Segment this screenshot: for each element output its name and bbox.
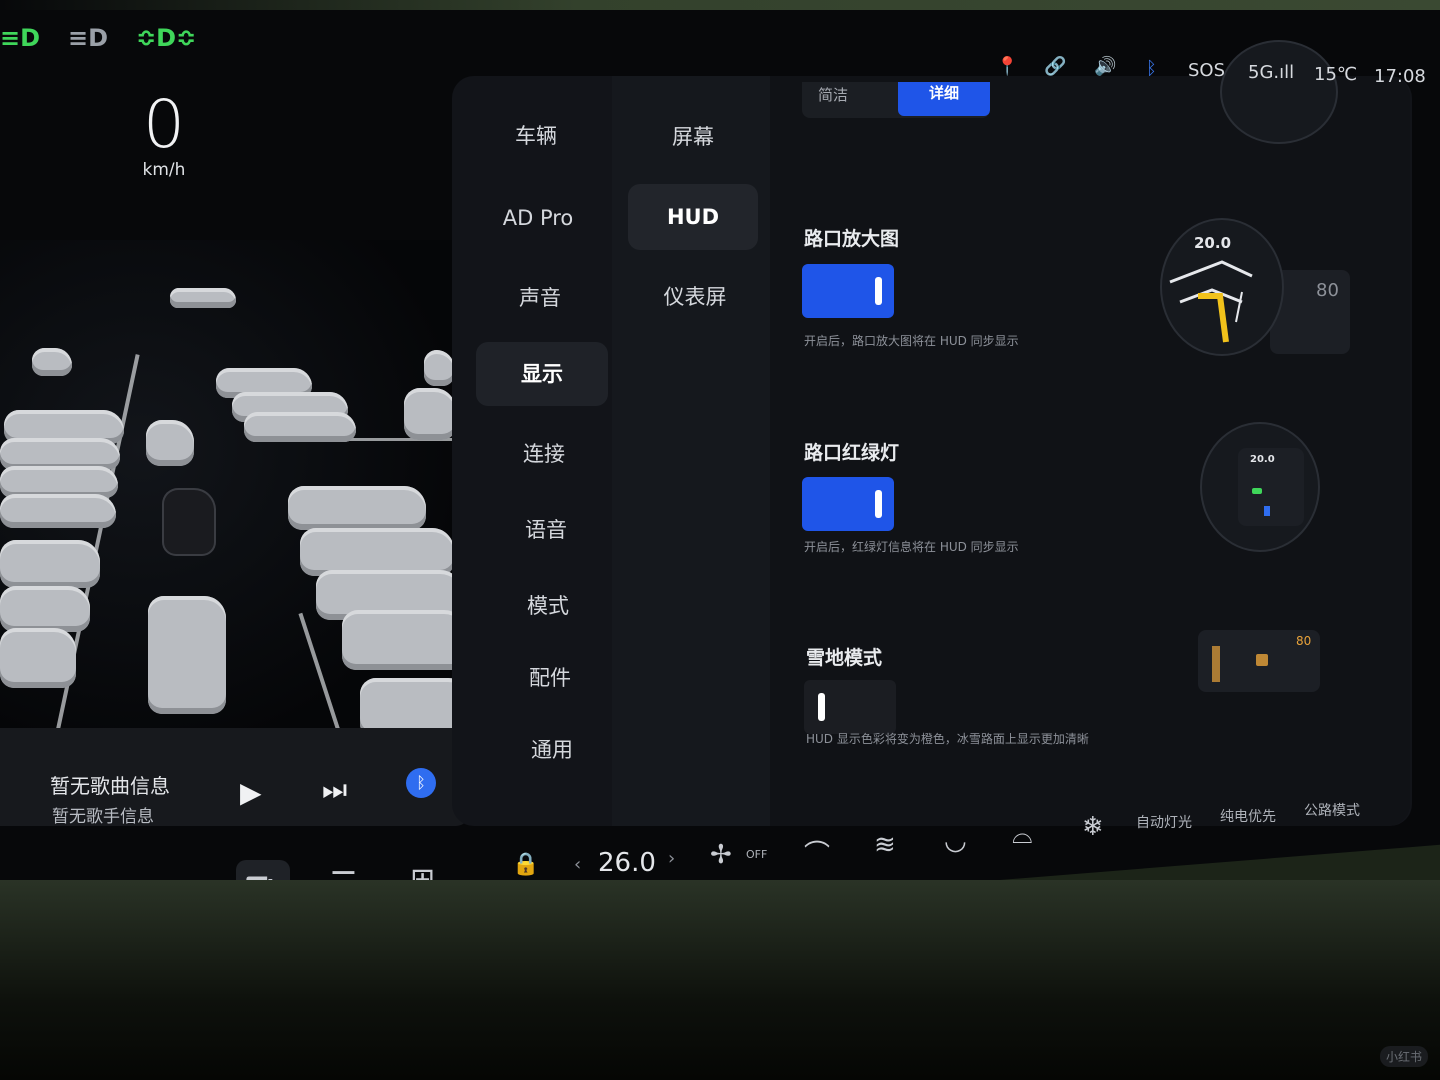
preview-inner-card: 20.0 — [1238, 448, 1304, 526]
hud-preview-traffic-light: 20.0 — [1200, 422, 1320, 552]
hud-style-segment[interactable]: 简洁 详细 — [802, 82, 990, 118]
temp-increase-button[interactable]: › — [668, 848, 675, 869]
segment-simple[interactable]: 简洁 — [818, 84, 848, 105]
preview-speed: 80 — [1316, 280, 1339, 301]
preview-distance-small: 20.0 — [1250, 454, 1275, 465]
nav-voice[interactable]: 语音 — [480, 498, 612, 562]
highway-mode-button[interactable]: 公路模式 — [1304, 800, 1360, 820]
snowflake-icon[interactable]: ❄ — [1082, 812, 1104, 842]
parked-car — [0, 494, 116, 528]
snow-map-icon — [1256, 654, 1268, 666]
watermark: 小红书 — [1380, 1046, 1429, 1067]
parked-car — [0, 628, 76, 688]
screen-bezel — [0, 880, 1440, 1080]
parked-car — [170, 288, 236, 308]
speed-value: 0 — [143, 86, 185, 163]
telltale-row: ≡D ≡D ≎D≎ — [0, 26, 196, 50]
toggle-knob — [875, 490, 882, 518]
toggle-junction-map[interactable] — [802, 264, 894, 318]
setting-desc-junction-map: 开启后，路口放大图将在 HUD 同步显示 — [804, 334, 1019, 348]
setting-desc-traffic-light: 开启后，红绿灯信息将在 HUD 同步显示 — [804, 540, 1019, 554]
snow-route-icon — [1212, 646, 1220, 682]
auto-light-button[interactable]: 自动灯光 — [1136, 812, 1192, 832]
junction-map-graphic — [1169, 260, 1253, 343]
hud-preview-snow: 80 — [1198, 630, 1320, 692]
hud-preview-top — [1220, 40, 1338, 144]
parked-car — [424, 350, 454, 386]
bluetooth-icon[interactable]: ᛒ — [1146, 58, 1157, 79]
bluetooth-source-icon[interactable]: ᛒ — [406, 768, 436, 798]
speed-unit: km/h — [142, 160, 186, 180]
tab-hud[interactable]: HUD — [628, 184, 758, 250]
parked-car — [32, 348, 72, 376]
defrost-front-icon[interactable]: ◡ — [944, 826, 967, 856]
clock: 17:08 — [1374, 66, 1426, 87]
nav-general[interactable]: 通用 — [486, 718, 618, 782]
parked-car — [244, 412, 356, 442]
seat-ventilation-icon[interactable]: ⌒ — [804, 834, 830, 871]
artist-name: 暂无歌手信息 — [52, 807, 154, 827]
toggle-snow-mode[interactable] — [804, 680, 896, 734]
segment-detailed[interactable]: 详细 — [898, 82, 990, 116]
parked-car — [342, 610, 466, 670]
setting-title-junction-map: 路口放大图 — [804, 228, 900, 250]
setting-title-snow-mode: 雪地模式 — [806, 647, 883, 669]
nav-connect[interactable]: 连接 — [478, 422, 610, 486]
parked-car — [404, 388, 456, 440]
traffic-light-icon — [1252, 488, 1262, 494]
display-screen: ≡D ≡D ≎D≎ 0 km/h 暂无歌曲信息 暂无歌手信息 ▶ ⏭ ᛒ 车辆 … — [0, 0, 1440, 960]
setting-desc-snow-mode: HUD 显示色彩将变为橙色，冰雪路面上显示更加清晰 — [806, 732, 1089, 746]
nav-mode[interactable]: 模式 — [482, 574, 614, 638]
tab-screen[interactable]: 屏幕 — [628, 104, 758, 170]
ego-vehicle — [162, 488, 216, 556]
temperature-readout: 15℃ — [1314, 64, 1358, 85]
cabin-temperature: 26.0 — [598, 848, 656, 878]
preview-speed-snow: 80 — [1296, 634, 1312, 648]
play-button[interactable]: ▶ — [240, 776, 262, 809]
lock-icon[interactable]: 🔒 — [512, 852, 539, 877]
ev-priority-button[interactable]: 纯电优先 — [1220, 806, 1276, 826]
fan-icon[interactable]: ✢ — [710, 840, 732, 870]
tab-instrument[interactable]: 仪表屏 — [630, 264, 760, 330]
settings-main-nav: 车辆 AD Pro 声音 显示 连接 语音 模式 配件 通用 — [452, 76, 612, 826]
parked-car — [288, 486, 426, 530]
nav-display[interactable]: 显示 — [476, 342, 608, 406]
nav-ad-pro[interactable]: AD Pro — [472, 186, 604, 250]
media-card[interactable]: 暂无歌曲信息 暂无歌手信息 ▶ ⏭ ᛒ — [0, 728, 470, 827]
headlight-icon: ≡D — [0, 24, 41, 52]
temp-decrease-button[interactable]: ‹ — [574, 854, 581, 875]
route-arrow-icon — [1264, 506, 1270, 516]
next-track-button[interactable]: ⏭ — [322, 773, 347, 807]
screen-edge-glow — [0, 0, 1440, 10]
fan-status: OFF — [746, 848, 768, 861]
parked-car — [0, 586, 90, 632]
nav-sound[interactable]: 声音 — [474, 266, 606, 330]
speedometer: 0 km/h — [132, 86, 196, 181]
hud-preview-junction-map: 20.0 — [1160, 218, 1284, 356]
auto-headlight-icon: ≡D — [68, 24, 109, 52]
settings-sub-nav: 屏幕 HUD 仪表屏 — [612, 76, 770, 826]
sos-button[interactable]: SOS — [1188, 60, 1225, 81]
toggle-knob — [875, 277, 882, 305]
toggle-traffic-light[interactable] — [802, 477, 894, 531]
parked-car — [0, 540, 100, 588]
nav-vehicle[interactable]: 车辆 — [470, 104, 602, 168]
network-indicator: 5G.ıll — [1248, 62, 1295, 83]
setting-title-traffic-light: 路口红绿灯 — [804, 442, 900, 464]
song-title: 暂无歌曲信息 — [50, 774, 170, 798]
auto-ac-icon[interactable]: ⌓ — [1012, 820, 1033, 851]
nav-accessories[interactable]: 配件 — [484, 646, 616, 710]
volume-icon[interactable]: 🔊 — [1094, 56, 1116, 77]
parked-car — [146, 420, 194, 466]
link-icon[interactable]: 🔗 — [1044, 56, 1066, 77]
surround-view-scene — [0, 240, 470, 760]
seat-heat-icon[interactable]: ≋ — [874, 830, 896, 860]
toggle-knob — [818, 693, 825, 721]
parking-light-icon: ≎D≎ — [136, 24, 197, 52]
location-icon[interactable]: 📍 — [996, 56, 1018, 77]
parked-car — [300, 528, 454, 576]
parked-car — [148, 596, 226, 714]
